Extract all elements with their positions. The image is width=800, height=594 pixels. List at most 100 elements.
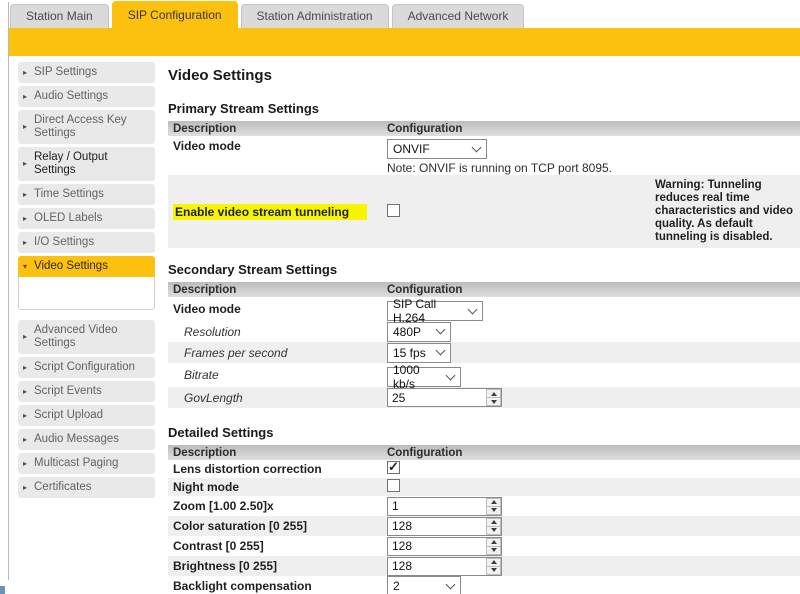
- sidebar-item-multicast-paging[interactable]: Multicast Paging: [18, 453, 155, 474]
- chevron-right-icon: [23, 157, 27, 170]
- table-row: Lens distortion correction: [168, 460, 800, 478]
- backlight-compensation-select[interactable]: 2: [387, 576, 461, 594]
- sidebar-item-certificates[interactable]: Certificates: [18, 477, 155, 498]
- sidebar-item-label: Relay / Output Settings: [34, 151, 108, 176]
- zoom-input[interactable]: 1: [387, 497, 502, 516]
- sidebar-item-oled-labels[interactable]: OLED Labels: [18, 208, 155, 229]
- bitrate-select[interactable]: 1000 kb/s: [387, 367, 461, 387]
- table-row: Bitrate 1000 kb/s: [168, 363, 800, 387]
- column-header-configuration: Configuration: [387, 447, 655, 459]
- sidebar-item-label: SIP Settings: [34, 66, 97, 78]
- lens-distortion-checkbox[interactable]: [387, 461, 400, 474]
- contrast-value: 128: [388, 538, 486, 555]
- scrollbar-corner: [0, 586, 5, 594]
- chevron-down-icon: [446, 579, 456, 589]
- chevron-right-icon: [23, 66, 27, 79]
- secondary-video-mode-label: Video mode: [168, 302, 387, 316]
- night-mode-checkbox[interactable]: [387, 479, 400, 492]
- color-saturation-value: 128: [388, 518, 486, 535]
- sidebar-item-script-configuration[interactable]: Script Configuration: [18, 357, 155, 378]
- backlight-compensation-label: Backlight compensation: [168, 579, 387, 593]
- chevron-right-icon: [23, 433, 27, 446]
- chevron-right-icon: [23, 236, 27, 249]
- table-header-row: Description Configuration: [168, 445, 800, 460]
- sidebar-item-audio-settings[interactable]: Audio Settings: [18, 86, 155, 107]
- contrast-input[interactable]: 128: [387, 537, 502, 556]
- video-settings-expanded-panel: [18, 277, 155, 310]
- spin-up-icon[interactable]: [486, 538, 501, 546]
- primary-stream-heading: Primary Stream Settings: [168, 101, 800, 116]
- tab-station-main[interactable]: Station Main: [10, 4, 109, 28]
- table-row: Video mode SIP Call H.264: [168, 297, 800, 321]
- spin-up-icon[interactable]: [486, 389, 501, 397]
- table-row: Frames per second 15 fps: [168, 342, 800, 363]
- chevron-down-icon: [436, 325, 446, 335]
- chevron-right-icon: [23, 90, 27, 103]
- spinner-buttons: [486, 558, 501, 575]
- backlight-compensation-value: 2: [393, 579, 400, 593]
- brightness-input[interactable]: 128: [387, 557, 502, 576]
- sidebar-item-sip-settings[interactable]: SIP Settings: [18, 62, 155, 83]
- secondary-video-mode-select[interactable]: SIP Call H.264: [387, 301, 483, 321]
- sidebar-item-label: OLED Labels: [34, 212, 102, 224]
- night-mode-label: Night mode: [168, 480, 387, 494]
- sidebar-item-direct-access-key-settings[interactable]: Direct Access Key Settings: [18, 110, 155, 144]
- sidebar-item-label: Script Configuration: [34, 361, 135, 373]
- table-header-row: Description Configuration: [168, 121, 800, 136]
- chevron-down-icon: [436, 346, 446, 356]
- color-saturation-input[interactable]: 128: [387, 517, 502, 536]
- sidebar-item-script-events[interactable]: Script Events: [18, 381, 155, 402]
- spin-down-icon[interactable]: [486, 397, 501, 406]
- resolution-select[interactable]: 480P: [387, 322, 451, 342]
- sidebar-item-time-settings[interactable]: Time Settings: [18, 184, 155, 205]
- spin-up-icon[interactable]: [486, 498, 501, 506]
- frames-per-second-select[interactable]: 15 fps: [387, 343, 451, 363]
- primary-stream-table: Description Configuration Video mode ONV…: [168, 121, 800, 248]
- tab-sip-configuration[interactable]: SIP Configuration: [112, 1, 238, 28]
- spin-down-icon[interactable]: [486, 506, 501, 515]
- brightness-value: 128: [388, 558, 486, 575]
- chevron-right-icon: [23, 330, 27, 343]
- sidebar-item-io-settings[interactable]: I/O Settings: [18, 232, 155, 253]
- tab-station-administration[interactable]: Station Administration: [241, 4, 389, 28]
- column-header-description: Description: [168, 123, 387, 135]
- tab-advanced-network[interactable]: Advanced Network: [392, 4, 525, 28]
- spin-down-icon[interactable]: [486, 566, 501, 575]
- zoom-label: Zoom [1.00 2.50]x: [168, 499, 387, 513]
- resolution-value: 480P: [393, 325, 421, 339]
- chevron-right-icon: [23, 385, 27, 398]
- sidebar-item-label: Audio Messages: [34, 433, 119, 445]
- sidebar-item-label: Script Events: [34, 385, 102, 397]
- secondary-stream-heading: Secondary Stream Settings: [168, 262, 800, 277]
- sidebar-item-audio-messages[interactable]: Audio Messages: [18, 429, 155, 450]
- chevron-right-icon: [23, 120, 27, 133]
- tunneling-warning: Warning: Tunneling reduces real time cha…: [655, 175, 800, 248]
- spin-down-icon[interactable]: [486, 526, 501, 535]
- sidebar-item-advanced-video-settings[interactable]: Advanced Video Settings: [18, 320, 155, 354]
- spin-down-icon[interactable]: [486, 546, 501, 555]
- table-row: Contrast [0 255] 128: [168, 536, 800, 556]
- table-row: Zoom [1.00 2.50]x 1: [168, 496, 800, 516]
- table-row: Video mode ONVIF Note: ONVIF is running …: [168, 136, 800, 175]
- primary-video-mode-select[interactable]: ONVIF: [387, 139, 487, 159]
- app-window: Station Main SIP Configuration Station A…: [0, 0, 800, 594]
- chevron-down-icon: [472, 142, 482, 152]
- bitrate-label: Bitrate: [168, 368, 387, 382]
- onvif-note: Note: ONVIF is running on TCP port 8095.: [387, 161, 655, 175]
- chevron-down-icon: [446, 370, 456, 380]
- sidebar-item-relay-output-settings[interactable]: Relay / Output Settings: [18, 147, 155, 181]
- chevron-right-icon: [23, 212, 27, 225]
- tunneling-checkbox[interactable]: [387, 204, 400, 217]
- sidebar-item-label: Direct Access Key Settings: [34, 114, 127, 139]
- detailed-settings-heading: Detailed Settings: [168, 425, 800, 440]
- spin-up-icon[interactable]: [486, 558, 501, 566]
- govlength-value: 25: [388, 389, 486, 406]
- page-left-border: [8, 2, 9, 580]
- table-header-row: Description Configuration: [168, 282, 800, 297]
- spin-up-icon[interactable]: [486, 518, 501, 526]
- chevron-right-icon: [23, 361, 27, 374]
- sidebar-item-video-settings[interactable]: Video Settings: [18, 256, 155, 277]
- column-header-configuration: Configuration: [387, 284, 655, 296]
- govlength-input[interactable]: 25: [387, 388, 502, 407]
- sidebar-item-script-upload[interactable]: Script Upload: [18, 405, 155, 426]
